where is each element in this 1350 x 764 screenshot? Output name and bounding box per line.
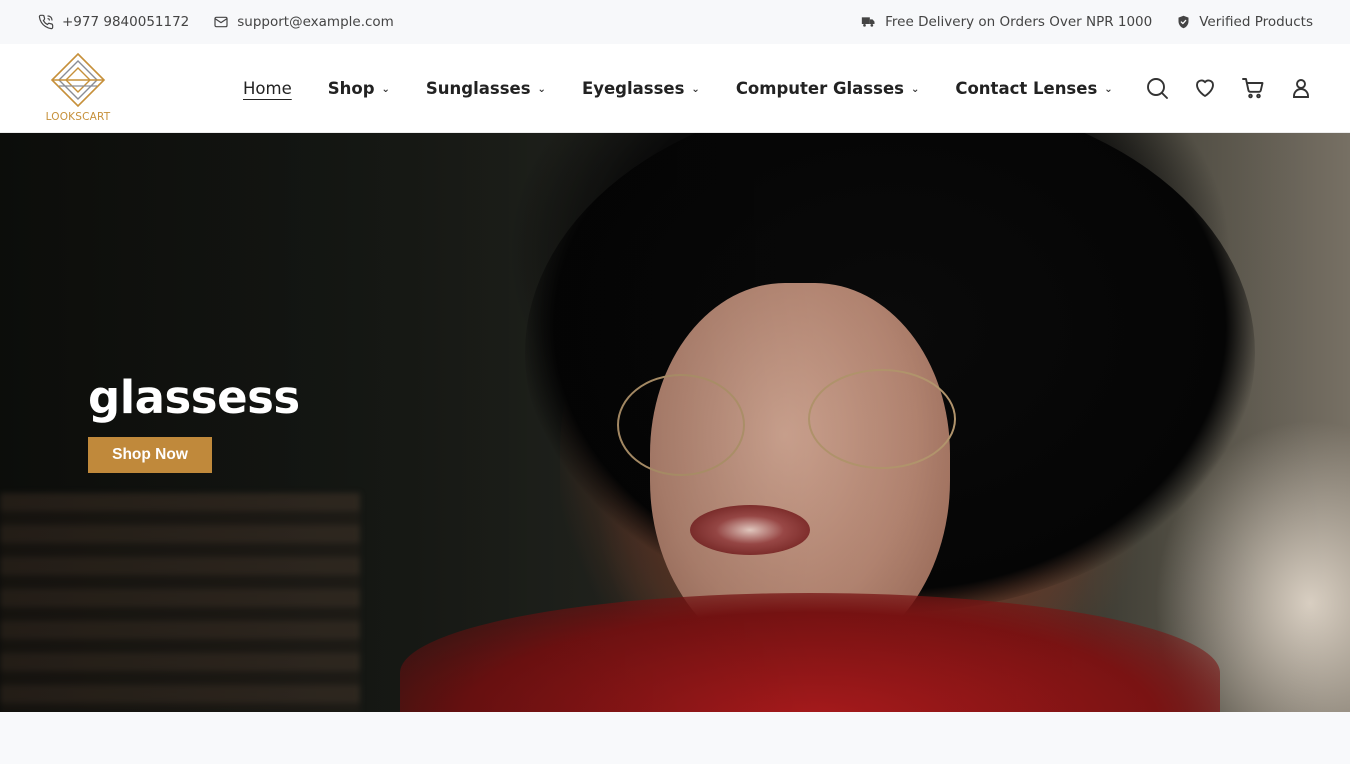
main-header: LOOKSCART Home Shop ⌄ Sunglasses ⌄ Eyegl… <box>0 44 1350 133</box>
nav-item-label: Sunglasses <box>425 78 531 98</box>
nav-item-shop[interactable]: Shop ⌄ <box>328 79 390 98</box>
nav-item-label: Contact Lenses <box>955 78 1098 98</box>
chevron-down-icon: ⌄ <box>1104 83 1113 95</box>
user-icon[interactable] <box>1289 76 1313 100</box>
chevron-down-icon: ⌄ <box>910 83 920 95</box>
nav-item-label: Eyeglasses <box>581 78 685 98</box>
main-nav: Home Shop ⌄ Sunglasses ⌄ Eyeglasses ⌄ Co… <box>243 44 1149 132</box>
page-content-area <box>0 712 1350 764</box>
logo-diamond-icon <box>50 52 106 108</box>
mail-icon <box>213 14 229 30</box>
nav-item-label: Shop <box>327 78 375 98</box>
top-bar: +977 9840051172 support@example.com Free… <box>0 0 1350 44</box>
logo[interactable]: LOOKSCART <box>40 52 116 126</box>
promo-group: Free Delivery on Orders Over NPR 1000 Ve… <box>860 14 1313 30</box>
verified-text: Verified Products <box>1199 14 1313 30</box>
email-address: support@example.com <box>237 14 394 30</box>
heart-icon[interactable] <box>1193 76 1217 100</box>
chevron-down-icon: ⌄ <box>381 83 390 95</box>
nav-item-contact-lenses[interactable]: Contact Lenses ⌄ <box>955 79 1112 98</box>
delivery-text: Free Delivery on Orders Over NPR 1000 <box>885 14 1153 30</box>
header-actions <box>1145 44 1313 132</box>
contact-group: +977 9840051172 support@example.com <box>38 14 394 30</box>
nav-item-label: Computer Glasses <box>735 78 904 98</box>
phone-link[interactable]: +977 9840051172 <box>38 14 189 30</box>
logo-text: LOOKSCART <box>45 111 111 123</box>
chevron-down-icon: ⌄ <box>537 83 546 95</box>
nav-item-sunglasses[interactable]: Sunglasses ⌄ <box>426 79 546 98</box>
nav-item-home[interactable]: Home <box>243 79 292 98</box>
hero-title: glassess <box>88 371 300 424</box>
nav-item-label: Home <box>243 78 292 98</box>
chevron-down-icon: ⌄ <box>691 83 700 95</box>
nav-item-computer-glasses[interactable]: Computer Glasses ⌄ <box>736 79 920 98</box>
email-link[interactable]: support@example.com <box>213 14 394 30</box>
truck-icon <box>860 14 877 30</box>
delivery-info: Free Delivery on Orders Over NPR 1000 <box>860 14 1152 30</box>
nav-item-eyeglasses[interactable]: Eyeglasses ⌄ <box>582 79 700 98</box>
shop-now-button[interactable]: Shop Now <box>88 437 212 473</box>
cart-icon[interactable] <box>1241 76 1265 100</box>
verified-info: Verified Products <box>1176 14 1313 30</box>
phone-number: +977 9840051172 <box>62 14 190 30</box>
search-icon[interactable] <box>1145 76 1169 100</box>
hero-banner: glassess Shop Now <box>0 133 1350 712</box>
shield-check-icon <box>1176 14 1191 30</box>
phone-icon <box>38 14 54 30</box>
